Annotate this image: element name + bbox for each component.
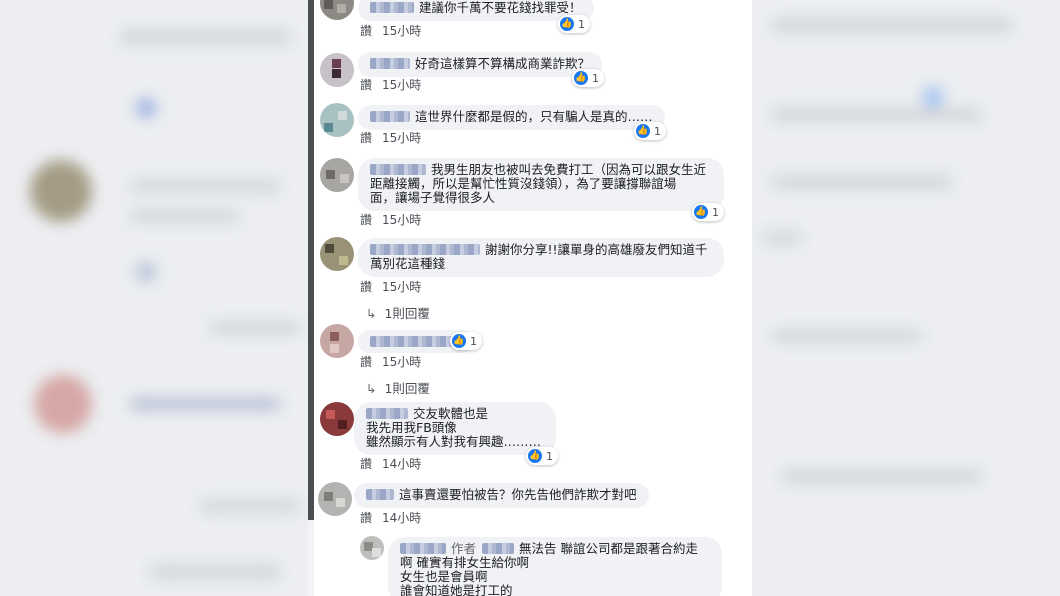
comment-text-line: 誰會知道她是打工的 bbox=[400, 583, 513, 596]
thumbs-up-icon: 👍 bbox=[636, 124, 650, 138]
comment-text-line: 交友軟體也是 bbox=[413, 406, 489, 421]
comment-meta: 讚 15小時 bbox=[360, 76, 421, 93]
author-name[interactable] bbox=[370, 164, 426, 175]
avatar[interactable] bbox=[320, 53, 354, 87]
comment-text-line: 我先用我FB頭像 bbox=[366, 420, 457, 435]
reaction-count[interactable]: 👍 1 bbox=[692, 203, 724, 221]
view-replies-link[interactable]: ↳ 1則回覆 bbox=[366, 303, 430, 322]
reaction-count[interactable]: 👍 1 bbox=[450, 332, 482, 350]
like-button[interactable]: 讚 bbox=[360, 511, 372, 525]
timestamp[interactable]: 14小時 bbox=[382, 457, 421, 471]
timestamp[interactable]: 15小時 bbox=[382, 24, 421, 38]
comment-text: 建議你千萬不要花錢找罪受！ bbox=[419, 0, 582, 15]
mentioned-name[interactable] bbox=[482, 543, 515, 554]
comment-text-line: 女生也是會員啊 bbox=[400, 569, 488, 584]
reaction-count[interactable]: 👍 1 bbox=[634, 122, 666, 140]
author-name[interactable] bbox=[366, 408, 408, 419]
like-button[interactable]: 讚 bbox=[360, 78, 372, 92]
comment-bubble: 我男生朋友也被叫去免費打工（因為可以跟女生近 距離接觸，所以是幫忙性質沒錢領），… bbox=[358, 158, 724, 211]
thumbs-up-icon: 👍 bbox=[574, 71, 588, 85]
timestamp[interactable]: 15小時 bbox=[382, 280, 421, 294]
author-name[interactable] bbox=[370, 58, 410, 69]
reaction-count[interactable]: 👍 1 bbox=[526, 447, 558, 465]
comment-meta: 讚 15小時 bbox=[360, 22, 421, 39]
like-button[interactable]: 讚 bbox=[360, 457, 372, 471]
timestamp[interactable]: 15小時 bbox=[382, 355, 421, 369]
timestamp[interactable]: 14小時 bbox=[382, 511, 421, 525]
comment-bubble: 這事賣還要怕被告？你先告他們詐欺才對吧 bbox=[354, 483, 649, 508]
comment-text: 這世界什麼都是假的，只有騙人是真的…… bbox=[415, 109, 653, 124]
avatar[interactable] bbox=[320, 103, 354, 137]
comment-text-line: 面，讓場子覺得很多人 bbox=[370, 190, 496, 205]
like-button[interactable]: 讚 bbox=[360, 131, 372, 145]
comment-bubble: 建議你千萬不要花錢找罪受！ bbox=[358, 0, 594, 21]
comment-bubble: 好奇這樣算不算構成商業詐欺？ bbox=[358, 52, 603, 77]
like-button[interactable]: 讚 bbox=[360, 24, 372, 38]
comment-meta: 讚 14小時 bbox=[360, 509, 421, 526]
thumbs-up-icon: 👍 bbox=[560, 17, 574, 31]
author-name[interactable] bbox=[370, 336, 456, 347]
comments-panel: 建議你千萬不要花錢找罪受！ 👍 1 讚 15小時 好奇這樣算不算構成商業詐欺？ 👍 1… bbox=[314, 0, 752, 596]
author-name[interactable] bbox=[370, 2, 414, 13]
avatar[interactable] bbox=[320, 324, 354, 358]
comment-meta: 讚 14小時 bbox=[360, 455, 421, 472]
avatar[interactable] bbox=[318, 482, 352, 516]
comment-bubble: 作者 無法告 聯誼公司都是跟著合約走 啊 確實有排女生給你啊 女生也是會員啊 誰會… bbox=[388, 537, 722, 596]
comment-bubble: 謝謝你分享!!讓單身的高雄廢友們知道千 萬別花這種錢 bbox=[358, 238, 724, 277]
comment-meta: 讚 15小時 bbox=[360, 129, 421, 146]
comment-text: 這事賣還要怕被告？你先告他們詐欺才對吧 bbox=[399, 487, 637, 502]
comment-meta: 讚 15小時 bbox=[360, 278, 421, 295]
comment-text-line: 謝謝你分享!!讓單身的高雄廢友們知道千 bbox=[485, 242, 708, 257]
blurred-background-left bbox=[0, 0, 308, 596]
avatar[interactable] bbox=[320, 158, 354, 192]
comment-bubble: 這世界什麼都是假的，只有騙人是真的…… bbox=[358, 105, 665, 130]
avatar[interactable] bbox=[320, 402, 354, 436]
avatar[interactable] bbox=[320, 0, 354, 20]
comment-text-line: 距離接觸，所以是幫忙性質沒錢領），為了要讓撐聯誼場 bbox=[370, 176, 677, 191]
author-name[interactable] bbox=[370, 111, 410, 122]
timestamp[interactable]: 15小時 bbox=[382, 213, 421, 227]
author-badge: 作者 bbox=[451, 541, 477, 556]
comment-bubble: 交友軟體也是 我先用我FB頭像 雖然顯示有人對我有興趣……… bbox=[354, 402, 556, 455]
view-replies-link[interactable]: ↳ 1則回覆 bbox=[366, 378, 430, 397]
like-button[interactable]: 讚 bbox=[360, 213, 372, 227]
comment-text: 好奇這樣算不算構成商業詐欺？ bbox=[415, 56, 591, 71]
thumbs-up-icon: 👍 bbox=[694, 205, 708, 219]
comment-text-line: 啊 確實有排女生給你啊 bbox=[400, 555, 529, 570]
comment-meta: 讚 15小時 bbox=[360, 211, 421, 228]
thumbs-up-icon: 👍 bbox=[528, 449, 542, 463]
like-button[interactable]: 讚 bbox=[360, 355, 372, 369]
blurred-background-right bbox=[752, 0, 1060, 596]
comment-text-line: 我男生朋友也被叫去免費打工（因為可以跟女生近 bbox=[431, 162, 707, 177]
author-name[interactable] bbox=[366, 489, 394, 500]
reaction-count[interactable]: 👍 1 bbox=[572, 69, 604, 87]
avatar[interactable] bbox=[360, 536, 384, 560]
author-name[interactable] bbox=[400, 543, 446, 554]
comment-text-line: 無法告 聯誼公司都是跟著合約走 bbox=[519, 541, 698, 556]
comment-meta: 讚 15小時 bbox=[360, 353, 421, 370]
thumbs-up-icon: 👍 bbox=[452, 334, 466, 348]
avatar[interactable] bbox=[320, 237, 354, 271]
comment-text-line: 萬別花這種錢 bbox=[370, 256, 446, 271]
comment-text-line: 雖然顯示有人對我有興趣……… bbox=[366, 434, 542, 449]
timestamp[interactable]: 15小時 bbox=[382, 131, 421, 145]
reply-arrow-icon: ↳ bbox=[366, 381, 377, 396]
reaction-count[interactable]: 👍 1 bbox=[558, 15, 590, 33]
author-name[interactable] bbox=[370, 244, 480, 255]
like-button[interactable]: 讚 bbox=[360, 280, 372, 294]
reply-arrow-icon: ↳ bbox=[366, 306, 377, 321]
timestamp[interactable]: 15小時 bbox=[382, 78, 421, 92]
